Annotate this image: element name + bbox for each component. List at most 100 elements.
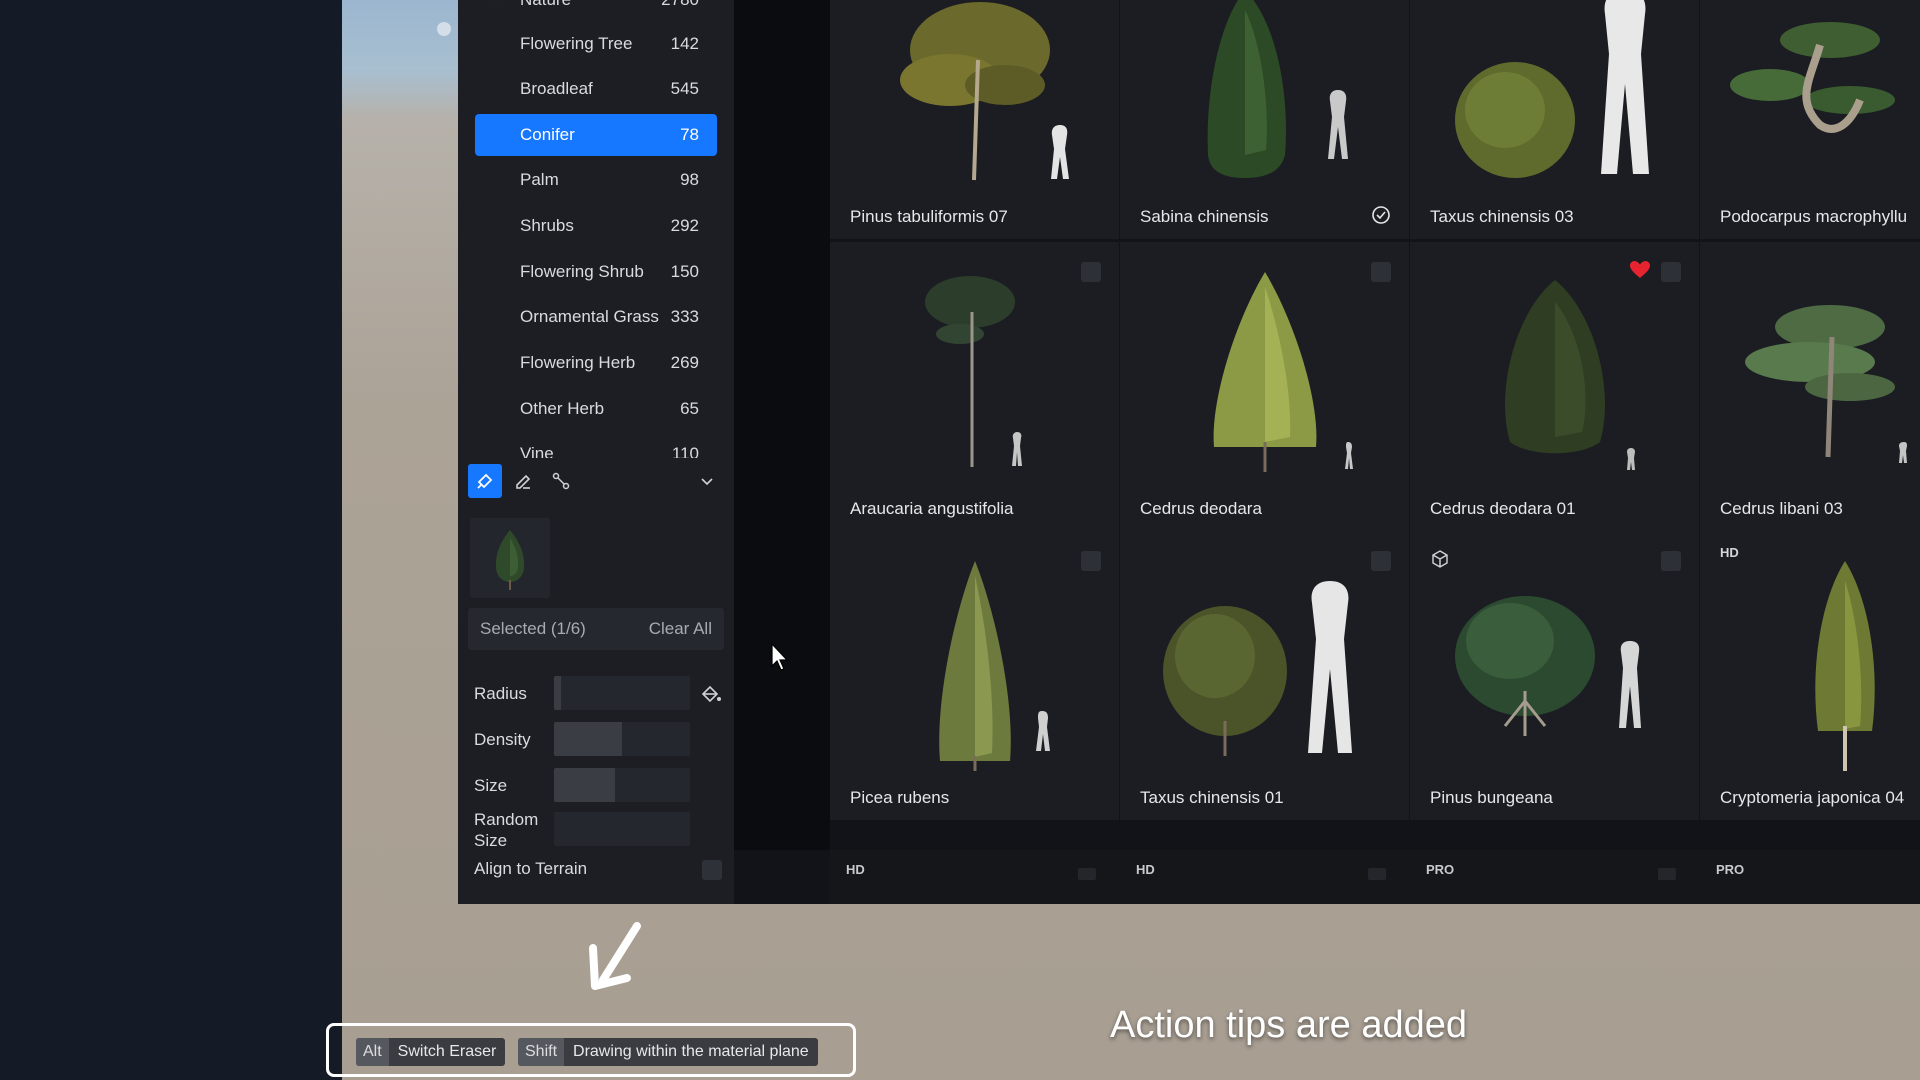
screen: Nature 2780 Flowering Tree 142 Broadleaf…: [0, 0, 1920, 1080]
select-checkbox[interactable]: [1368, 868, 1386, 880]
size-slider[interactable]: [554, 768, 690, 802]
tip-text: Switch Eraser: [397, 1043, 497, 1060]
eraser-icon[interactable]: [506, 464, 540, 498]
random-size-slider[interactable]: [554, 812, 690, 846]
asset-card[interactable]: Pinus tabuliformis 07: [830, 0, 1119, 239]
category-palm[interactable]: Palm 98: [475, 159, 717, 201]
chevron-up-icon[interactable]: ⌃: [490, 0, 502, 11]
video-caption: Action tips are added: [1110, 1004, 1468, 1046]
select-checkbox[interactable]: [1078, 868, 1096, 880]
category-flowering-shrub[interactable]: Flowering Shrub 150: [475, 251, 717, 293]
category-broadleaf[interactable]: Broadleaf 545: [475, 68, 717, 110]
cedar-tree-icon: [1213, 272, 1353, 472]
cedar-libani-tree-icon: [1745, 305, 1907, 463]
category-flowering-tree[interactable]: Flowering Tree 142: [475, 23, 717, 65]
category-count: 65: [680, 399, 699, 418]
radius-slider[interactable]: [554, 676, 690, 710]
density-slider[interactable]: [554, 722, 690, 756]
grid-gutter: [734, 0, 830, 850]
check-circle-icon[interactable]: [1371, 205, 1391, 225]
category-count: 98: [680, 170, 699, 189]
spruce-tree-icon: [939, 561, 1050, 771]
brush-icon[interactable]: [468, 464, 502, 498]
tip-material-plane: Shift Drawing within the material plane: [518, 1038, 818, 1066]
bungeana-tree-icon: [1455, 596, 1641, 736]
paint-tool-row: [468, 464, 724, 500]
asset-card[interactable]: Sabina chinensis: [1120, 0, 1409, 239]
asset-card[interactable]: Araucaria angustifolia: [830, 242, 1119, 531]
asset-name: Cedrus deodara 01: [1430, 499, 1576, 518]
asset-card[interactable]: Pinus bungeana: [1410, 531, 1699, 820]
select-checkbox[interactable]: [1371, 551, 1391, 571]
category-label: Nature: [520, 0, 571, 10]
select-checkbox[interactable]: [1081, 551, 1101, 571]
deodar-tree-icon: [1505, 280, 1635, 470]
select-checkbox[interactable]: [1661, 551, 1681, 571]
asset-card[interactable]: HD Cryptomeria japonica 04: [1700, 531, 1920, 820]
category-count: 110: [671, 444, 699, 458]
asset-card[interactable]: Cedrus deodara 01: [1410, 242, 1699, 531]
hd-badge: HD: [1720, 545, 1739, 560]
category-ornamental-grass[interactable]: Ornamental Grass 333: [475, 296, 717, 338]
select-checkbox[interactable]: [1081, 262, 1101, 282]
category-conifer[interactable]: Conifer 78: [475, 114, 717, 156]
next-row-strip: HD HD PRO PRO: [830, 850, 1920, 904]
asset-name: Pinus tabuliformis 07: [850, 207, 1008, 226]
path-icon[interactable]: [544, 464, 578, 498]
category-label: Flowering Shrub: [520, 262, 644, 281]
asset-card[interactable]: Taxus chinensis 01: [1120, 531, 1409, 820]
align-terrain-checkbox[interactable]: [702, 860, 722, 880]
asset-name: Sabina chinensis: [1140, 207, 1269, 226]
desktop-background: [0, 0, 342, 1080]
radius-label: Radius: [474, 684, 527, 703]
pine-tree-icon: [900, 2, 1069, 181]
asset-card[interactable]: Picea rubens: [830, 531, 1119, 820]
category-shrubs[interactable]: Shrubs 292: [475, 205, 717, 247]
select-checkbox[interactable]: [1661, 262, 1681, 282]
heart-icon[interactable]: [1629, 260, 1651, 280]
sun-icon: [437, 22, 451, 36]
shift-key: Shift: [518, 1038, 565, 1066]
category-label: Palm: [520, 170, 559, 189]
asset-card[interactable]: Cedrus deodara: [1120, 242, 1409, 531]
category-count: 269: [670, 353, 699, 372]
chevron-down-icon[interactable]: [690, 464, 724, 498]
select-checkbox[interactable]: [1371, 262, 1391, 282]
alt-key: Alt: [356, 1038, 389, 1066]
category-list[interactable]: Nature 2780 Flowering Tree 142 Broadleaf…: [475, 0, 717, 458]
asset-name: Araucaria angustifolia: [850, 499, 1014, 518]
category-vine[interactable]: Vine 110: [475, 433, 717, 458]
yew-shrub-icon: [1455, 0, 1649, 178]
asset-name: Taxus chinensis 01: [1140, 788, 1284, 807]
selection-bar: Selected (1/6) Clear All: [468, 608, 724, 650]
slider-fill: [554, 768, 616, 802]
asset-card[interactable]: Taxus chinensis 03: [1410, 0, 1699, 239]
category-nature[interactable]: Nature 2780: [475, 0, 717, 21]
category-label: Ornamental Grass: [520, 307, 659, 326]
category-flowering-herb[interactable]: Flowering Herb 269: [475, 342, 717, 384]
selection-count: Selected (1/6): [480, 619, 586, 638]
category-label: Other Herb: [520, 399, 605, 418]
category-count: 142: [670, 34, 699, 53]
paint-bucket-icon[interactable]: [700, 684, 722, 704]
size-label: Size: [474, 776, 508, 795]
category-count: 333: [670, 307, 699, 326]
araucaria-tree-icon: [925, 276, 1022, 467]
category-other-herb[interactable]: Other Herb 65: [475, 388, 717, 430]
asset-name: Podocarpus macrophyllu: [1720, 207, 1908, 226]
hd-badge: HD: [846, 862, 865, 877]
select-checkbox[interactable]: [1658, 868, 1676, 880]
category-count: 292: [670, 216, 699, 235]
category-label: Vine: [520, 444, 554, 458]
clear-all-button[interactable]: Clear All: [649, 619, 712, 639]
pro-badge: PRO: [1426, 862, 1455, 877]
cryptomeria-tree-icon: [1815, 561, 1875, 771]
selected-asset-thumbnail[interactable]: [470, 518, 550, 598]
asset-card[interactable]: Cedrus libani 03: [1700, 242, 1920, 531]
asset-card[interactable]: Podocarpus macrophyllu: [1700, 0, 1920, 239]
hd-badge: HD: [1136, 862, 1155, 877]
density-label: Density: [474, 730, 531, 749]
asset-name: Cedrus libani 03: [1720, 499, 1843, 518]
category-count: 2780: [661, 0, 699, 10]
tip-switch-eraser: Alt Switch Eraser: [356, 1038, 506, 1066]
